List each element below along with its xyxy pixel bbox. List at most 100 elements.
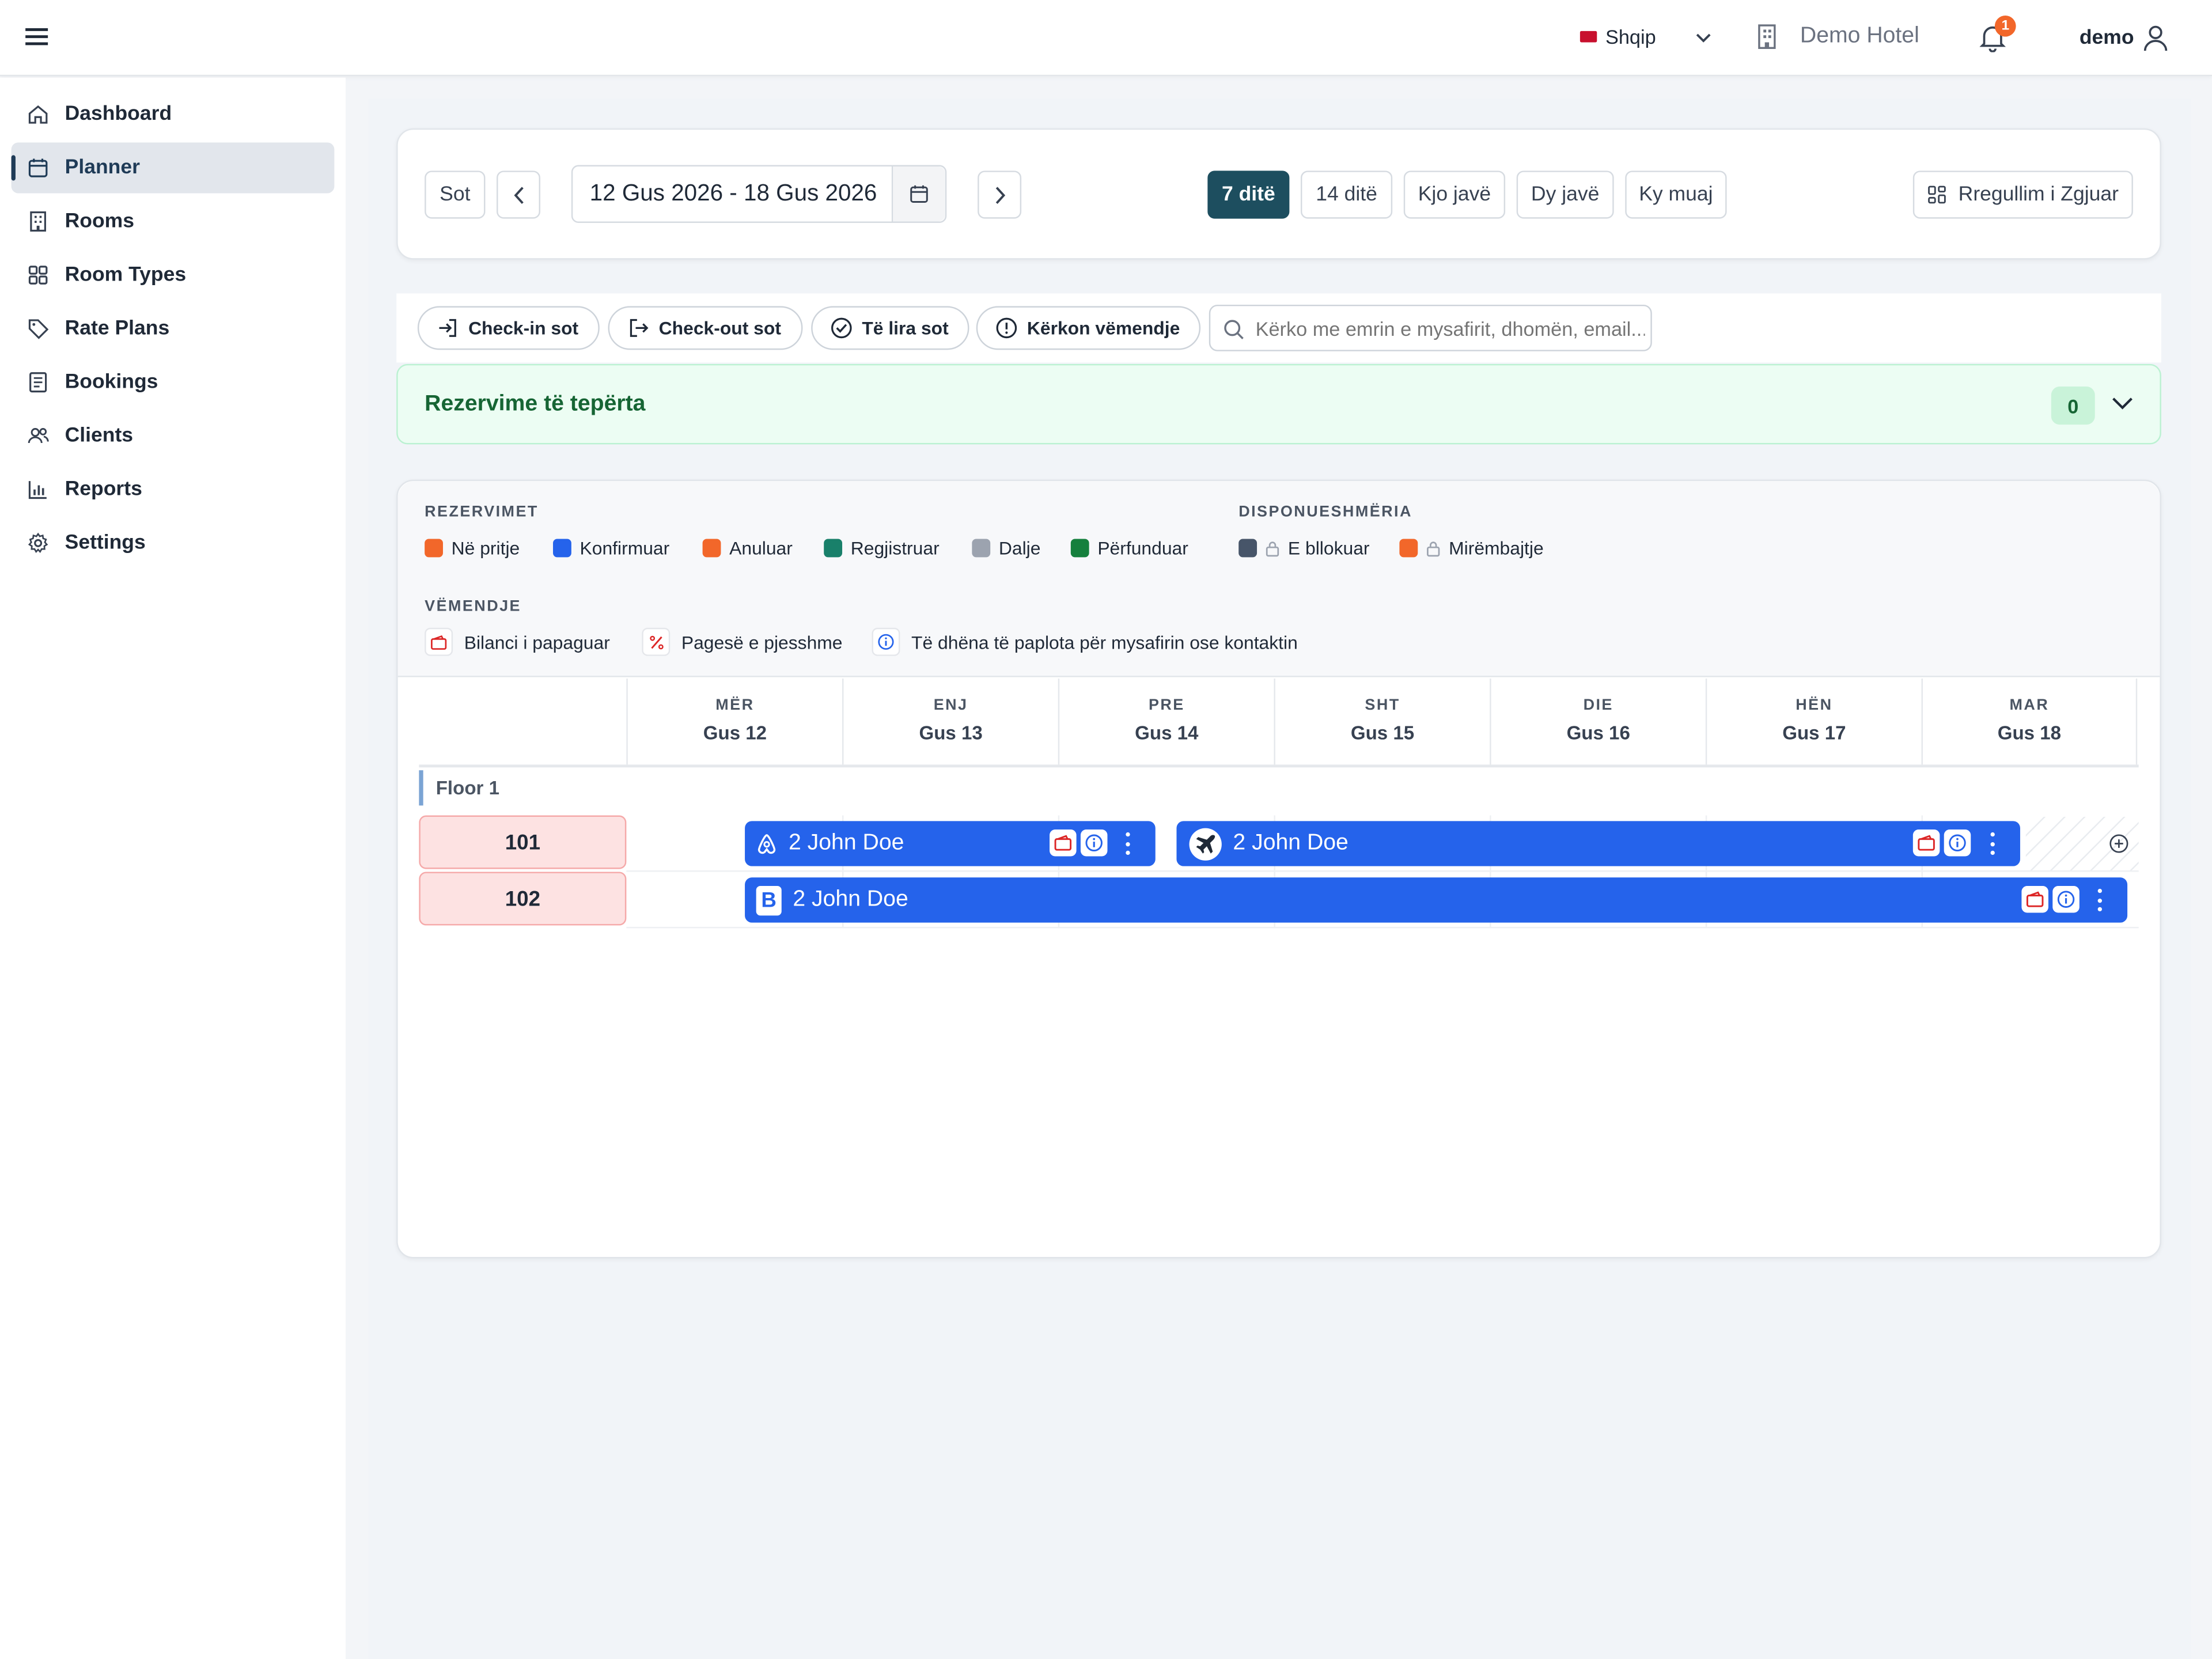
legend-swatch [824,539,843,558]
legend-swatch [1238,539,1257,558]
filter-needs-attention[interactable]: Kërkon vëmendje [976,306,1202,350]
floor-label: Floor 1 [419,770,499,806]
smart-arrange-label: Rregullim i Zgjuar [1958,183,2119,206]
legend-swatch [425,539,443,558]
view-label: Dy javë [1531,183,1600,206]
gear-icon [28,532,48,554]
smart-arrange-button[interactable]: Rregullim i Zgjuar [1912,171,2133,219]
sidebar-item-rate-plans[interactable]: Rate Plans [12,304,335,354]
view-7-days-button[interactable]: 7 ditë [1207,171,1290,219]
sidebar-item-label: Rate Plans [65,317,170,340]
legend-blocked: E bllokuar [1238,537,1370,559]
booking-bar[interactable]: 2 John Doe [745,821,1156,866]
day-of-week: HËN [1796,696,1833,714]
view-label: Ky muaj [1639,183,1713,206]
day-of-week: ENJ [933,696,968,714]
legend-swatch [702,539,721,558]
hotel-selector[interactable]: Demo Hotel [1756,24,1919,50]
chevron-down-icon[interactable] [2112,396,2133,410]
sidebar-item-bookings[interactable]: Bookings [12,357,335,408]
room-cell-102[interactable]: 102 [419,872,627,926]
date-range-field[interactable]: 12 Gus 2026 - 18 Gus 2026 [571,165,947,223]
list-icon [29,372,47,393]
more-vertical-icon[interactable] [1985,830,1999,858]
menu-toggle-icon[interactable] [25,27,48,47]
check-circle-icon [831,317,852,339]
booking-guest: 2 John Doe [788,831,904,855]
calendar-icon [28,158,48,177]
language-select[interactable]: Shqip [1580,25,1656,48]
room-cell-101[interactable]: 101 [419,815,627,869]
day-date: Gus 18 [1997,722,2062,744]
legend-partial-payment: Pagesë e pjesshme [642,627,843,656]
booking-flags [2021,885,2080,913]
legend-label: Regjistruar [850,537,940,559]
bar-chart-icon [28,481,47,499]
row-divider [626,870,2139,872]
legend-label: Mirëmbajtje [1449,537,1544,559]
day-date: Gus 14 [1135,722,1199,744]
sidebar-item-reports[interactable]: Reports [12,464,335,515]
next-range-button[interactable] [978,171,1022,219]
calendar-picker-button[interactable] [891,166,945,222]
filter-checkin-today[interactable]: Check-in sot [417,306,600,350]
sidebar-item-settings[interactable]: Settings [12,518,335,569]
wallet-icon [2021,885,2048,913]
notification-count: 1 [2001,18,2010,34]
sidebar-item-label: Clients [65,425,134,448]
booking-bar[interactable]: B 2 John Doe [745,877,2128,923]
legend-label: Bilanci i papaguar [464,631,610,653]
view-this-month-button[interactable]: Ky muaj [1625,171,1727,219]
day-of-week: PRE [1148,696,1185,714]
booking-b-icon: B [756,885,782,915]
sidebar-item-clients[interactable]: Clients [12,411,335,461]
legend-maintenance: Mirëmbajtje [1399,537,1544,559]
day-date: Gus 17 [1782,722,1846,744]
view-label: Kjo javë [1418,183,1491,206]
sidebar-item-label: Bookings [65,371,158,394]
info-icon [2052,885,2080,913]
today-button[interactable]: Sot [425,171,486,219]
legend-swatch [553,539,571,558]
sidebar: Dashboard Planner Rooms Room Types Rate … [0,77,346,1659]
prev-range-button[interactable] [497,171,540,219]
view-two-weeks-button[interactable]: Dy javë [1516,171,1614,219]
logout-icon [630,319,649,337]
legend-label: Konfirmuar [579,537,670,559]
sidebar-item-dashboard[interactable]: Dashboard [12,89,335,139]
day-date: Gus 15 [1350,722,1415,744]
user-menu[interactable]: demo [2080,24,2168,52]
chevron-down-icon[interactable] [1696,32,1711,44]
view-this-week-button[interactable]: Kjo javë [1403,171,1506,219]
more-vertical-icon[interactable] [1120,830,1134,858]
day-of-week: DIE [1583,696,1613,714]
sidebar-item-room-types[interactable]: Room Types [12,249,335,300]
search-field[interactable] [1209,304,1652,351]
user-icon [2143,25,2167,51]
sidebar-item-rooms[interactable]: Rooms [12,196,335,247]
legend-confirmed: Konfirmuar [553,537,669,559]
day-header: MAR Gus 18 [1921,678,2138,765]
view-14-days-button[interactable]: 14 ditë [1300,171,1393,219]
booking-guest: 2 John Doe [1233,831,1349,855]
floor-name: Floor 1 [435,777,499,799]
tag-icon [28,319,49,339]
overbooking-count: 0 [2067,394,2079,417]
view-label: 7 ditë [1221,183,1275,206]
overbooking-banner[interactable]: Rezervime të tepërta 0 [396,363,2161,445]
sidebar-item-planner[interactable]: Planner [11,142,335,194]
add-booking-icon[interactable] [2109,834,2128,853]
chevron-right-icon [995,186,1005,203]
filter-label: Të lira sot [862,317,949,339]
sidebar-item-label: Settings [65,532,146,555]
search-input[interactable] [1255,306,1645,350]
wallet-icon [425,627,453,656]
booking-bar[interactable]: 2 John Doe [1176,821,2020,866]
legend-label: Pagesë e pjesshme [681,631,843,653]
day-of-week: MAR [2009,696,2050,714]
filter-checkout-today[interactable]: Check-out sot [608,306,802,350]
day-date: Gus 13 [919,722,983,744]
notification-badge: 1 [1994,15,2016,37]
more-vertical-icon[interactable] [2092,886,2106,914]
filter-free-today[interactable]: Të lira sot [811,306,970,350]
